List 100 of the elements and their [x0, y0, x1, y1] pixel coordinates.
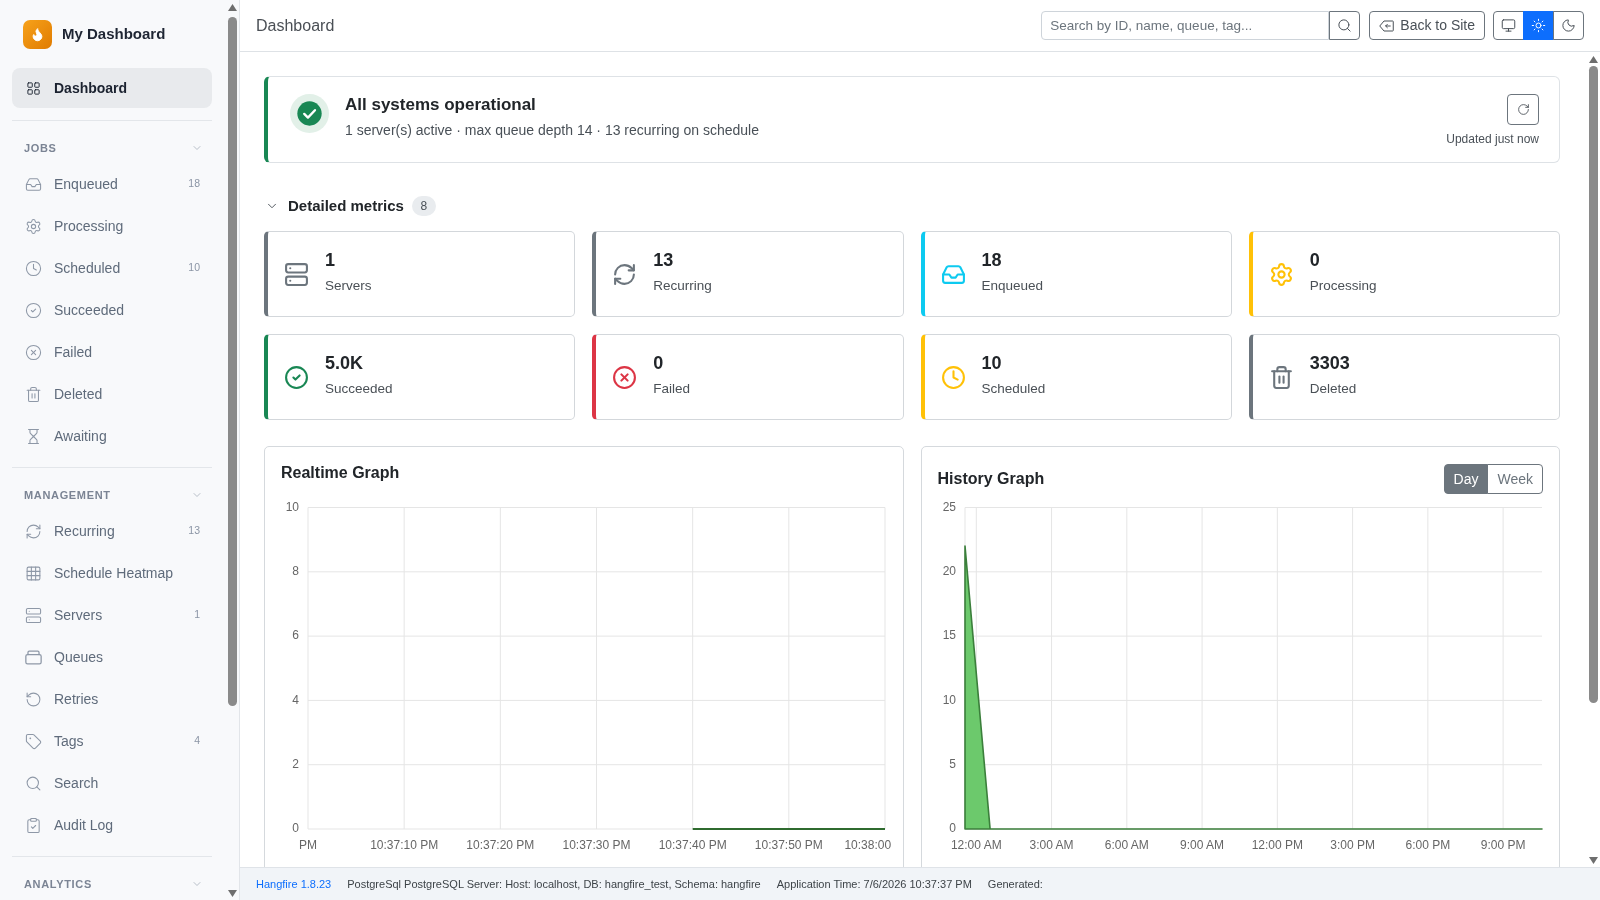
metric-value: 18 [981, 249, 1003, 272]
sidebar-item[interactable]: Deleted [12, 373, 212, 415]
sidebar-item[interactable]: Awaiting [12, 415, 212, 457]
sidebar-item[interactable]: Search [12, 762, 212, 804]
range-tab[interactable]: Week [1487, 464, 1543, 494]
item-count: 13 [188, 523, 200, 539]
metric-card[interactable]: 1 Servers [264, 231, 576, 317]
refresh-icon [1516, 103, 1530, 116]
inbox-tray-icon [25, 175, 42, 193]
metric-label: Servers [325, 277, 372, 295]
sidebar-item[interactable]: Audit Log [12, 804, 212, 846]
item-count: 18 [188, 176, 200, 192]
scroll-down-icon[interactable] [1588, 857, 1598, 864]
search-button[interactable] [1329, 11, 1361, 40]
grid-squares-icon [26, 80, 41, 96]
axis-label: 15 [942, 628, 956, 643]
metric-label: Deleted [1309, 380, 1357, 398]
brand-title: My Dashboard [62, 24, 166, 45]
axis-label: 4 [292, 692, 299, 707]
metric-label: Succeeded [325, 380, 393, 398]
scrollbar-thumb[interactable] [227, 17, 237, 706]
scrollbar-thumb[interactable] [1588, 66, 1598, 703]
back-to-site-button[interactable]: Back to Site [1369, 11, 1485, 40]
axis-label: 3:00 PM [1329, 838, 1375, 853]
axis-label: PM [299, 838, 317, 853]
section-header[interactable]: MANAGEMENT [12, 480, 212, 510]
metric-card[interactable]: 3303 Deleted [1248, 334, 1560, 420]
grid-icon [25, 564, 42, 582]
refresh-arrows-icon [25, 522, 42, 540]
axis-label: 9:00 AM [1179, 838, 1224, 853]
metric-label: Failed [653, 380, 691, 398]
metric-card[interactable]: 0 Failed [592, 334, 904, 420]
x-circle-icon [25, 343, 42, 361]
generated-label: Generated: [987, 876, 1043, 892]
sun-icon [1531, 18, 1546, 33]
sidebar-item[interactable]: Servers 1 [12, 594, 212, 636]
search-field[interactable]: Search by ID, name, queue, tag... [1041, 11, 1330, 40]
sidebar-item[interactable]: Scheduled 10 [12, 247, 212, 289]
metric-card[interactable]: 0 Processing [1248, 231, 1560, 317]
search-icon [25, 774, 42, 792]
range-tab[interactable]: Day [1443, 464, 1489, 494]
scroll-up-icon[interactable] [1588, 56, 1598, 63]
rotate-arrow-icon [25, 690, 42, 708]
metric-card[interactable]: 5.0K Succeeded [264, 334, 576, 420]
clipboard-check-icon [25, 816, 42, 834]
axis-label: 8 [292, 563, 299, 578]
server-icon [25, 606, 42, 624]
sidebar-item[interactable]: Retries [12, 678, 212, 720]
sidebar-item[interactable]: Succeeded [12, 289, 212, 331]
metrics-toggle[interactable]: Detailed metrics 8 [264, 194, 436, 218]
updated-label: Updated just now [1446, 131, 1539, 147]
sidebar-item[interactable]: Recurring 13 [12, 510, 212, 552]
axis-label: 3:00 AM [1029, 838, 1074, 853]
application-time: Application Time: 7/6/2026 10:37:37 PM [776, 876, 972, 892]
metric-value: 0 [1309, 249, 1321, 272]
refresh-button[interactable] [1507, 94, 1539, 125]
axis-label: 12:00 PM [1251, 838, 1303, 853]
axis-label: 6:00 AM [1104, 838, 1149, 853]
theme-button[interactable] [1523, 11, 1554, 40]
axis-label: 10:37:10 PM [370, 838, 439, 853]
sidebar-item[interactable]: Failed [12, 331, 212, 373]
scroll-down-icon[interactable] [227, 890, 237, 897]
axis-label: 0 [292, 821, 299, 836]
metric-value: 13 [653, 249, 675, 272]
monitor-icon [1501, 18, 1516, 33]
metric-card[interactable]: 13 Recurring [592, 231, 904, 317]
tray-icon [25, 648, 42, 666]
sidebar-item[interactable]: Tags 4 [12, 720, 212, 762]
section-header[interactable]: JOBS [12, 133, 212, 163]
sidebar-item[interactable]: Enqueued 18 [12, 163, 212, 205]
axis-label: 10:37:40 PM [658, 838, 727, 853]
sidebar-item[interactable]: Dashboard [12, 68, 212, 108]
metric-card[interactable]: 10 Scheduled [920, 334, 1232, 420]
metric-label: Enqueued [981, 277, 1044, 295]
axis-label: 10:37:30 PM [562, 838, 631, 853]
metric-label: Scheduled [981, 380, 1046, 398]
axis-label: 10:37:50 PM [754, 838, 823, 853]
sidebar-item[interactable]: Queues [12, 636, 212, 678]
check-circle-icon [25, 301, 42, 319]
status-title: All systems operational [345, 94, 537, 115]
chart-title: Realtime Graph [281, 463, 400, 483]
section-header[interactable]: ANALYTICS [12, 869, 212, 899]
item-count: 1 [194, 607, 200, 623]
axis-label: 20 [942, 563, 956, 578]
sidebar-item[interactable]: Processing [12, 205, 212, 247]
chart-title: History Graph [937, 469, 1045, 489]
item-count: 10 [188, 260, 200, 276]
scroll-up-icon[interactable] [227, 4, 237, 11]
metric-card[interactable]: 18 Enqueued [920, 231, 1232, 317]
version-link[interactable]: Hangfire 1.8.23 [256, 875, 332, 893]
moon-icon [1561, 18, 1576, 33]
sidebar-item[interactable]: Schedule Heatmap [12, 552, 212, 594]
theme-button[interactable] [1493, 11, 1524, 40]
metric-value: 10 [981, 352, 1003, 375]
item-count: 4 [194, 733, 200, 749]
axis-label: 10 [942, 692, 956, 707]
search-icon [1337, 18, 1353, 33]
axis-label: 6:00 PM [1405, 838, 1450, 853]
axis-label: 5 [948, 756, 956, 771]
theme-button[interactable] [1553, 11, 1584, 40]
